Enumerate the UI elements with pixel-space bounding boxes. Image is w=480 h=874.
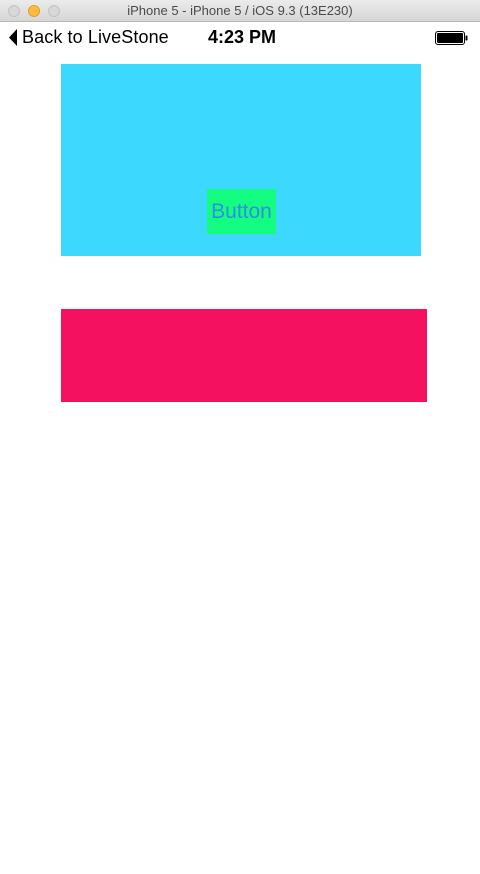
cyan-container-view: Button bbox=[61, 64, 421, 256]
battery-icon bbox=[435, 31, 468, 45]
pink-view bbox=[61, 309, 427, 402]
green-button[interactable]: Button bbox=[207, 189, 276, 234]
status-time: 4:23 PM bbox=[207, 27, 277, 47]
window-title: iPhone 5 - iPhone 5 / iOS 9.3 (13E230) bbox=[127, 3, 353, 18]
status-bar: Back to LiveStone 4:23 PM bbox=[0, 22, 480, 54]
simulator-titlebar: iPhone 5 - iPhone 5 / iOS 9.3 (13E230) bbox=[0, 0, 480, 22]
